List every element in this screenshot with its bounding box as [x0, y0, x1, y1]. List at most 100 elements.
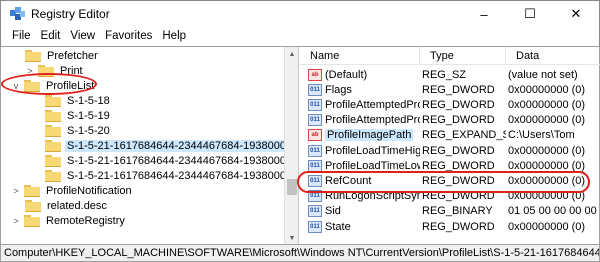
value-data: C:\Users\Tom — [508, 129, 575, 142]
folder-icon — [45, 109, 61, 122]
tree-item[interactable]: S-1-5-20 — [45, 123, 112, 138]
value-type: REG_SZ — [422, 68, 467, 81]
scrollbar-thumb[interactable] — [287, 179, 297, 195]
value-row[interactable]: abProfileImagePathREG_EXPAND_SZC:\Users\… — [300, 128, 600, 143]
tree-item-label: S-1-5-19 — [67, 109, 110, 122]
tree-item-label: S-1-5-18 — [67, 94, 110, 107]
binary-value-icon: 011 — [308, 205, 322, 218]
tree-item[interactable]: > RemoteRegistry — [11, 213, 127, 228]
value-row[interactable]: 011 Flags REG_DWORD 0x00000000 (0) — [300, 82, 600, 97]
key-tree-pane: Prefetcher > Print v ProfileList S-1-5-18 S-1-… — [1, 47, 299, 245]
main-area: Prefetcher > Print v ProfileList S-1-5-18 S-1-… — [0, 46, 600, 245]
tree-item[interactable]: S-1-5-19 — [45, 108, 112, 123]
tree-scrollbar[interactable]: ▲ ▼ — [284, 47, 298, 245]
tree-item-label: S-1-5-21-1617684644-2344467684-193800073… — [67, 169, 298, 182]
value-name-cell: ab (Default) — [300, 68, 420, 81]
value-data: 0x00000000 (0) — [508, 159, 586, 172]
scroll-down-arrow-icon[interactable]: ▼ — [285, 231, 298, 245]
menu-edit[interactable]: Edit — [36, 30, 66, 42]
value-type: REG_DWORD — [422, 220, 495, 233]
string-value-icon: ab — [308, 129, 322, 142]
column-header-type[interactable]: Type — [420, 47, 506, 65]
tree-item-label: S-1-5-21-1617684644-2344467684-193800073… — [65, 139, 298, 152]
value-name-cell: 011 State — [300, 220, 420, 233]
value-row[interactable]: 011SidREG_BINARY01 05 00 00 00 00 0... — [300, 204, 600, 219]
value-name: Sid — [325, 205, 341, 218]
binary-value-icon: 011 — [308, 159, 322, 172]
value-name: ProfileLoadTimeLow — [325, 159, 420, 172]
menu-help[interactable]: Help — [157, 30, 191, 42]
value-type: REG_EXPAND_SZ — [422, 129, 506, 142]
value-name: State — [325, 220, 351, 233]
value-name: ProfileLoadTimeHigh — [325, 144, 420, 157]
title-bar: Registry Editor – ☐ ✕ — [0, 0, 600, 26]
value-data: 01 05 00 00 00 00 0... — [508, 205, 600, 218]
list-header: Name Type Data — [300, 47, 600, 65]
value-type: REG_DWORD — [422, 98, 495, 111]
window-title: Registry Editor — [31, 6, 110, 21]
value-data: 0x00000000 (0) — [508, 114, 586, 127]
annotation-ellipse-profileimagepath — [297, 171, 590, 193]
value-type: REG_DWORD — [422, 144, 495, 157]
tree-item[interactable]: S-1-5-21-1617684644-2344467684-193800073… — [45, 168, 298, 183]
binary-value-icon: 011 — [308, 220, 322, 233]
menu-file[interactable]: File — [7, 30, 36, 42]
value-row[interactable]: 011ProfileAttemptedPro...REG_DWORD 0x0000… — [300, 97, 600, 112]
tree-item-label: RemoteRegistry — [46, 214, 125, 227]
folder-icon — [45, 154, 61, 167]
binary-value-icon: 011 — [308, 83, 322, 96]
chevron-right-icon[interactable]: > — [11, 216, 21, 226]
tree-item-label: S-1-5-21-1617684644-2344467684-193800073… — [67, 154, 298, 167]
value-type: REG_DWORD — [422, 159, 495, 172]
value-name-cell: 011 ProfileLoadTimeHigh — [300, 144, 420, 157]
folder-icon — [25, 49, 41, 62]
column-header-name[interactable]: Name — [300, 47, 420, 65]
binary-value-icon: 011 — [308, 114, 322, 127]
scroll-up-arrow-icon[interactable]: ▲ — [285, 47, 298, 61]
tree-item-label: S-1-5-20 — [67, 124, 110, 137]
value-data: 0x00000000 (0) — [508, 220, 586, 233]
tree-item[interactable]: related.desc — [25, 198, 109, 213]
folder-icon — [45, 139, 61, 152]
value-row[interactable]: ab (Default) REG_SZ (value not set) — [300, 67, 600, 82]
annotation-ellipse-profilelist — [1, 73, 97, 95]
maximize-button[interactable]: ☐ — [507, 1, 553, 27]
value-data: 0x00000000 (0) — [508, 98, 586, 111]
tree-item[interactable]: S-1-5-21-1617684644-2344467684-193800073… — [45, 153, 298, 168]
menu-view[interactable]: View — [65, 30, 100, 42]
value-row[interactable]: 011 State REG_DWORD 0x00000000 (0) — [300, 219, 600, 234]
folder-icon — [45, 94, 61, 107]
value-name: Flags — [325, 83, 352, 96]
value-row[interactable]: 011ProfileAttemptedPro...REG_DWORD 0x0000… — [300, 113, 600, 128]
minimize-button[interactable]: – — [461, 1, 507, 27]
tree-item[interactable]: S-1-5-21-1617684644-2344467684-193800073… — [45, 138, 298, 153]
value-name: ProfileAttemptedPro... — [325, 114, 420, 127]
close-button[interactable]: ✕ — [553, 1, 599, 27]
value-name-cell: 011ProfileAttemptedPro... — [300, 114, 420, 127]
value-data: 0x00000000 (0) — [508, 83, 586, 96]
tree-item[interactable]: Prefetcher — [25, 48, 100, 63]
tree-item-label: Prefetcher — [47, 49, 98, 62]
menu-favorites[interactable]: Favorites — [100, 30, 157, 42]
value-name: (Default) — [325, 68, 368, 81]
value-type: REG_BINARY — [422, 205, 493, 218]
value-name-cell: 011 Flags — [300, 83, 420, 96]
menu-bar: File Edit View Favorites Help — [0, 26, 600, 46]
folder-icon — [45, 124, 61, 137]
value-name-cell: 011 ProfileLoadTimeLow — [300, 159, 420, 172]
tree-item-label: related.desc — [47, 199, 107, 212]
folder-icon — [45, 169, 61, 182]
value-row[interactable]: 011 ProfileLoadTimeHigh REG_DWORD 0x0000000… — [300, 143, 600, 158]
folder-icon — [24, 184, 40, 197]
value-name-cell: 011 Sid — [300, 205, 420, 218]
value-data: (value not set) — [508, 68, 578, 81]
registry-editor-icon — [9, 6, 25, 22]
tree-item[interactable]: S-1-5-18 — [45, 93, 112, 108]
tree-item[interactable]: > ProfileNotification — [11, 183, 134, 198]
folder-icon — [25, 199, 41, 212]
column-header-data[interactable]: Data — [506, 47, 600, 65]
status-bar-path: Computer\HKEY_LOCAL_MACHINE\SOFTWARE\Mic… — [0, 244, 600, 262]
binary-value-icon: 011 — [308, 144, 322, 157]
chevron-right-icon[interactable]: > — [11, 186, 21, 196]
values-list-pane: Name Type Data ab (Default) REG_SZ (value n… — [300, 47, 600, 245]
